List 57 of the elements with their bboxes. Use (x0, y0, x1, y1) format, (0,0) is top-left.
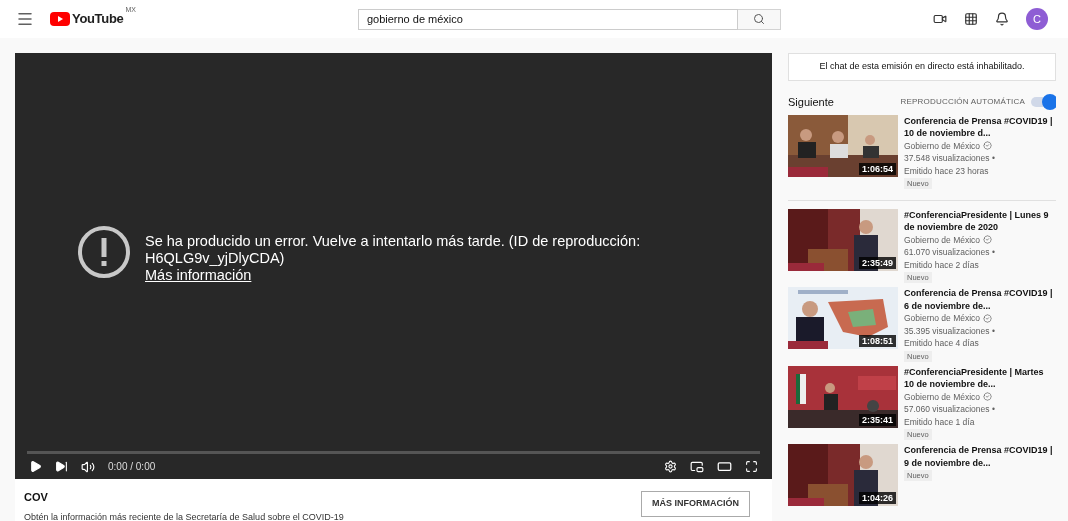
more-info-button[interactable]: MÁS INFORMACIÓN (641, 491, 750, 517)
video-title[interactable]: #ConferenciaPresidente | Martes 10 de noviembre de... (904, 365, 1054, 391)
settings-icon[interactable] (664, 460, 677, 473)
avatar[interactable]: C (1026, 8, 1048, 30)
up-next-heading: Siguiente (788, 95, 834, 110)
view-count: 61.070 visualizaciones • (904, 246, 996, 259)
view-count: 57.060 visualizaciones • (904, 403, 996, 416)
channel-name[interactable]: Gobierno de México (904, 390, 981, 403)
apps-grid-icon[interactable] (964, 12, 978, 26)
notifications-bell-icon[interactable] (995, 12, 1009, 26)
stream-age: Emitido hace 2 días (904, 258, 980, 271)
duration-badge: 1:08:51 (858, 335, 896, 347)
video-thumbnail[interactable]: 2:35:49 (788, 208, 898, 271)
autoplay-label: REPRODUCCIÓN AUTOMÁTICA (900, 96, 1025, 109)
video-title[interactable]: #ConferenciaPresidente | Lunes 9 de noviembre de 2020 (904, 208, 1054, 234)
channel-name[interactable]: Gobierno de México (904, 312, 981, 325)
verified-icon (983, 141, 993, 151)
theater-mode-icon[interactable] (717, 459, 732, 474)
verified-icon (983, 392, 993, 402)
error-icon (77, 225, 131, 279)
stream-age: Emitido hace 1 día (904, 415, 976, 428)
search-field[interactable]: gobierno de méxico (357, 8, 738, 30)
fullscreen-icon[interactable] (745, 460, 758, 473)
progress-track[interactable] (27, 451, 760, 454)
video-thumbnail[interactable]: 1:08:51 (788, 287, 898, 349)
volume-icon[interactable] (81, 459, 95, 474)
time-display: 0:00 / 0:00 (108, 460, 156, 474)
duration-badge: 1:04:26 (858, 492, 896, 504)
search-button[interactable] (737, 8, 781, 30)
play-icon[interactable] (29, 460, 42, 473)
search-icon (752, 13, 765, 25)
info-text: Obtén la información más reciente de la Secretaría de Salud sobre el COVID-19 (24, 510, 344, 521)
more-info-link[interactable]: Más información (145, 266, 252, 284)
chat-disabled-notice: El chat de esta emisión en directo está inhabilitado. (788, 53, 1056, 81)
video-thumbnail[interactable]: 1:04:26 (788, 444, 898, 506)
verified-icon (983, 235, 993, 245)
autoplay-toggle[interactable] (1031, 97, 1056, 108)
view-count: 35.395 visualizaciones • (904, 324, 996, 337)
video-title[interactable]: Conferencia de Prensa #COVID19 | 10 de noviembre d... (904, 114, 1054, 140)
video-title[interactable]: Conferencia de Prensa #COVID19 | 9 de noviembre de... (904, 444, 1054, 469)
video-title[interactable]: Conferencia de Prensa #COVID19 | 6 de noviembre de... (904, 287, 1054, 312)
video-thumbnail[interactable]: 1:06:54 (788, 114, 898, 177)
info-heading: COV (24, 490, 49, 505)
video-thumbnail[interactable]: 2:35:41 (788, 365, 898, 428)
channel-name[interactable]: Gobierno de México (904, 233, 981, 246)
verified-icon (983, 313, 993, 323)
channel-name[interactable]: Gobierno de México (904, 139, 981, 152)
video-camera-icon[interactable] (933, 12, 947, 26)
error-message: Se ha producido un error. Vuelve a intentarlo más tarde. (ID de reproducción: H6QLG9v_yjDlyCDA) (145, 232, 642, 267)
miniplayer-icon[interactable] (690, 459, 704, 474)
next-icon[interactable] (55, 460, 68, 473)
menu-icon[interactable] (16, 10, 34, 28)
play-logo-icon (50, 12, 70, 26)
stream-age: Emitido hace 23 horas (904, 164, 990, 177)
stream-age: Emitido hace 4 días (904, 337, 980, 350)
view-count: 37.548 visualizaciones • (904, 152, 996, 165)
logo-text: YouTube (72, 10, 124, 29)
